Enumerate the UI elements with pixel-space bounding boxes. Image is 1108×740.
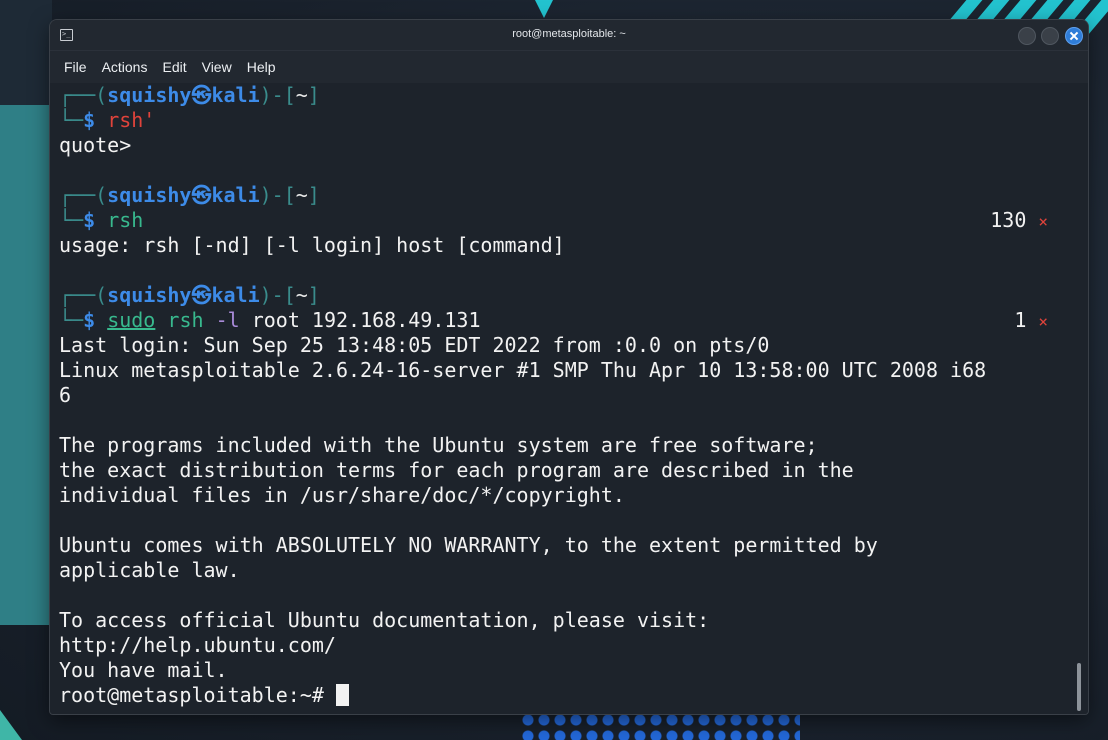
close-button[interactable] [1065,27,1083,45]
wallpaper-shape [535,0,553,18]
prompt-frame: )-[ [259,183,296,207]
scrollbar-thumb[interactable] [1077,663,1081,711]
prompt-dollar: $ [83,308,108,332]
output-line: the exact distribution terms for each pr… [59,458,854,482]
output-line: Last login: Sun Sep 25 13:48:05 EDT 2022… [59,333,770,357]
prompt-frame: )-[ [259,83,296,107]
prompt-frame: └─ [59,208,84,232]
exit-status: 1 × [1014,308,1048,334]
error-x-icon: × [1038,312,1048,331]
prompt-dir: ~ [295,83,308,107]
menu-file[interactable]: File [64,59,87,75]
shell-prompt-line[interactable]: root@metasploitable:~# [59,683,1088,708]
prompt-dir: ~ [295,183,308,207]
prompt-frame: ] [307,83,320,107]
output-line: 6 [59,383,72,407]
terminal-window: >_ root@metasploitable: ~ File Actions E… [50,20,1088,714]
prompt-frame: └─ [59,308,84,332]
menu-help[interactable]: Help [247,59,276,75]
prompt-user: squishy㉿kali [107,183,260,207]
prompt-frame: ┌──( [59,183,108,207]
wallpaper-shape [0,710,22,740]
prompt-frame: └─ [59,108,84,132]
wallpaper-shape [0,0,52,105]
title-bar[interactable]: >_ root@metasploitable: ~ [50,20,1088,51]
command-text: rsh' [107,108,156,132]
command-text: rsh [107,208,144,232]
output-line: usage: rsh [-nd] [-l login] host [comman… [59,233,565,257]
prompt-dollar: $ [83,108,108,132]
prompt-line: ┌──(squishy㉿kali)-[~] [59,83,1088,108]
exit-status-code: 130 [990,208,1027,232]
output-line: applicable law. [59,558,240,582]
output-line: You have mail. [59,658,228,682]
menu-bar: File Actions Edit View Help [50,51,1088,83]
command-args: root 192.168.49.131 [251,308,481,332]
output-line: Linux metasploitable 2.6.24-16-server #1… [59,358,987,382]
window-title: root@metasploitable: ~ [512,28,626,40]
prompt-frame: ] [307,183,320,207]
wallpaper-shape [0,105,52,625]
menu-actions[interactable]: Actions [102,59,148,75]
shell-prompt: root@metasploitable:~# [59,683,336,707]
prompt-frame: ┌──( [59,283,108,307]
output-line: quote> [59,133,132,157]
command-sudo: sudo [107,308,156,332]
command-option: -l [215,308,240,332]
menu-edit[interactable]: Edit [162,59,186,75]
maximize-button[interactable] [1041,27,1059,45]
prompt-user: squishy㉿kali [107,283,260,307]
output-line: individual files in /usr/share/doc/*/cop… [59,483,625,507]
command-rsh: rsh [167,308,204,332]
prompt-frame: ┌──( [59,83,108,107]
prompt-dollar: $ [83,208,108,232]
prompt-user: squishy㉿kali [107,83,260,107]
exit-status-code: 1 [1014,308,1027,332]
command-line: └─$ sudo rsh -l root 192.168.49.131 1 × [59,308,1088,333]
output-line: http://help.ubuntu.com/ [59,633,336,657]
menu-view[interactable]: View [202,59,232,75]
prompt-line: ┌──(squishy㉿kali)-[~] [59,183,1088,208]
prompt-frame: )-[ [259,283,296,307]
exit-status: 130 × [990,208,1048,234]
output-line: Ubuntu comes with ABSOLUTELY NO WARRANTY… [59,533,878,557]
prompt-dir: ~ [295,283,308,307]
terminal-output[interactable]: ┌──(squishy㉿kali)-[~] └─$ rsh' quote> ┌─… [50,83,1088,714]
output-line: To access official Ubuntu documentation,… [59,608,710,632]
error-x-icon: × [1038,212,1048,231]
text-cursor [335,684,349,706]
prompt-frame: ] [307,283,320,307]
minimize-button[interactable] [1018,27,1036,45]
prompt-line: ┌──(squishy㉿kali)-[~] [59,283,1088,308]
command-line: └─$ rsh' [59,108,1088,133]
command-line: └─$ rsh 130 × [59,208,1088,233]
output-line: The programs included with the Ubuntu sy… [59,433,818,457]
